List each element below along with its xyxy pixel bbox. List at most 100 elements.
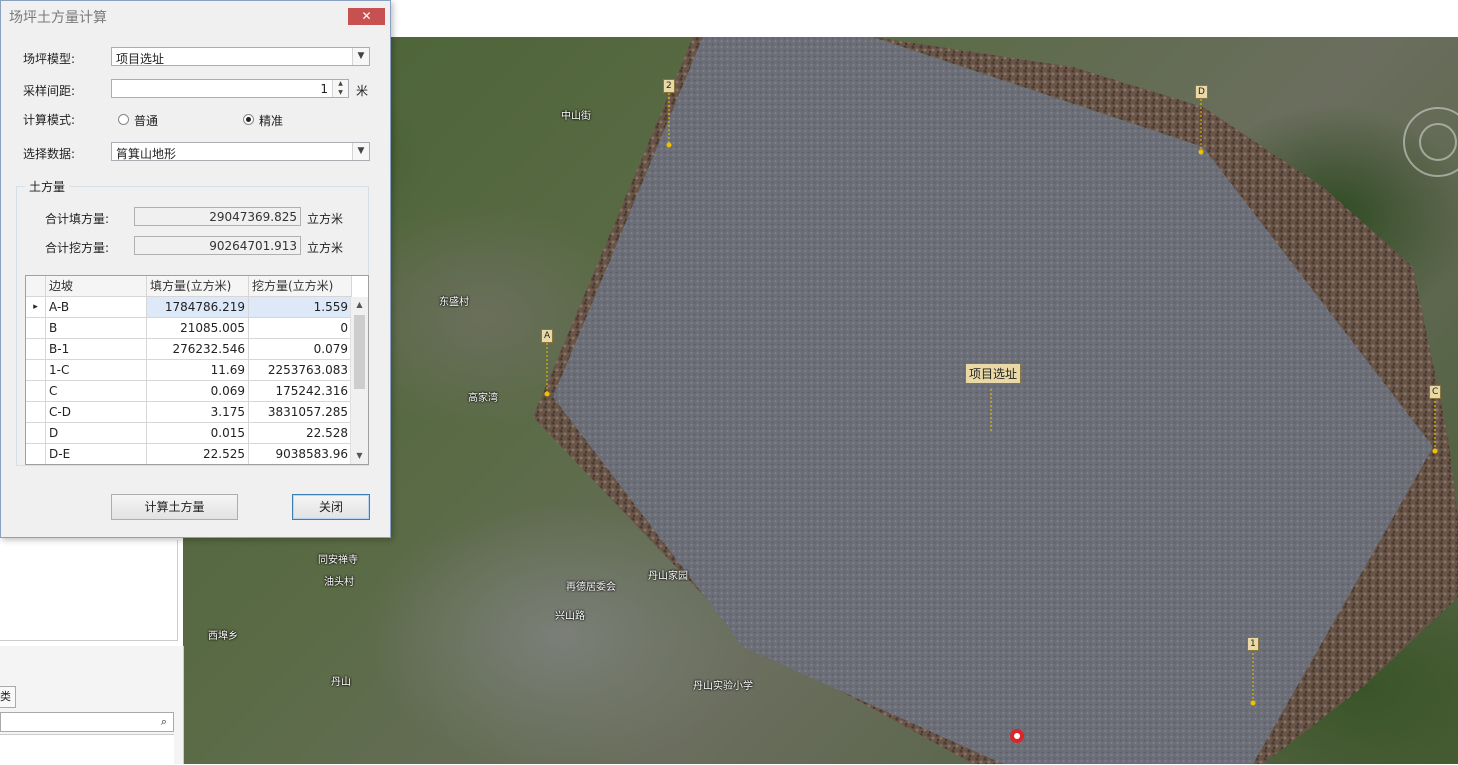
cell-slope[interactable]: C	[46, 381, 147, 402]
row-indicator-icon: ▸	[26, 297, 46, 318]
site-label[interactable]: 项目选址	[965, 363, 1022, 384]
group-title: 土方量	[25, 178, 70, 195]
cell-slope[interactable]: D	[46, 423, 147, 444]
table-row[interactable]: D 0.015 22.528	[26, 423, 352, 444]
column-header-fill[interactable]: 填方量(立方米)	[147, 276, 249, 297]
cell-slope[interactable]: 1-C	[46, 360, 147, 381]
marker-2[interactable]: 2	[663, 79, 675, 93]
interval-unit: 米	[356, 84, 369, 98]
model-label: 场坪模型:	[23, 52, 76, 66]
stepper-buttons[interactable]: ▲ ▼	[332, 80, 348, 97]
cell-cut[interactable]: 175242.316	[249, 381, 352, 402]
cell-cut[interactable]: 2253763.083	[249, 360, 352, 381]
interval-value: 1	[320, 82, 328, 96]
interval-label: 采样间距:	[23, 84, 76, 98]
scroll-down-icon[interactable]: ▼	[351, 448, 368, 464]
cell-slope[interactable]: B	[46, 318, 147, 339]
cut-total-label: 合计挖方量:	[45, 241, 110, 255]
place-label: 丹山	[331, 677, 351, 688]
radio-normal-label[interactable]: 普通	[134, 112, 158, 129]
cell-cut[interactable]: 3831057.285	[249, 402, 352, 423]
dialog-title: 场坪土方量计算	[9, 10, 107, 26]
table-header: 边坡 填方量(立方米) 挖方量(立方米)	[26, 276, 352, 297]
dialog-titlebar[interactable]: 场坪土方量计算 ✕	[1, 1, 390, 31]
cell-cut[interactable]: 0	[249, 318, 352, 339]
calculate-button[interactable]: 计算土方量	[111, 494, 238, 520]
radio-precise[interactable]	[243, 114, 254, 125]
place-label: 中山街	[561, 111, 591, 122]
header-indicator-cell	[26, 276, 46, 297]
marker-d[interactable]: D	[1195, 85, 1208, 99]
cut-total-field: 90264701.913	[134, 236, 301, 255]
cell-fill[interactable]: 11.69	[147, 360, 249, 381]
column-header-slope[interactable]: 边坡	[46, 276, 147, 297]
cell-fill[interactable]: 0.015	[147, 423, 249, 444]
cell-cut[interactable]: 22.528	[249, 423, 352, 444]
place-label: 同安禅寺	[318, 555, 358, 566]
cell-cut[interactable]: 1.559	[249, 297, 352, 318]
cell-fill[interactable]: 3.175	[147, 402, 249, 423]
place-label: 丹山家园	[648, 571, 688, 582]
chevron-down-icon[interactable]: ▼	[352, 143, 369, 160]
table-row[interactable]: B 21085.005 0	[26, 318, 352, 339]
table-row[interactable]: ▸ A-B 1784786.219 1.559	[26, 297, 352, 318]
fill-total-label: 合计填方量:	[45, 212, 110, 226]
place-label: 油头村	[324, 577, 354, 588]
search-input[interactable]: ⌕	[0, 712, 174, 732]
place-label: 兴山路	[555, 611, 585, 622]
table-row[interactable]: C-D 3.175 3831057.285	[26, 402, 352, 423]
scroll-thumb[interactable]	[354, 315, 365, 389]
row-indicator-cell	[26, 402, 46, 423]
data-label: 选择数据:	[23, 147, 76, 161]
place-label: 东盛村	[439, 297, 469, 308]
table-row[interactable]: D-E 22.525 9038583.96	[26, 444, 352, 464]
cut-total-value: 90264701.913	[209, 239, 297, 253]
mode-label: 计算模式:	[23, 113, 76, 127]
scroll-up-icon[interactable]: ▲	[351, 297, 368, 313]
cell-fill[interactable]: 276232.546	[147, 339, 249, 360]
table-scrollbar[interactable]: ▲ ▼	[350, 297, 368, 464]
stepper-down-icon[interactable]: ▼	[333, 89, 348, 97]
chevron-down-icon[interactable]: ▼	[352, 48, 369, 65]
row-indicator-cell	[26, 444, 46, 464]
marker-1[interactable]: 1	[1247, 637, 1259, 651]
cell-fill[interactable]: 1784786.219	[147, 297, 249, 318]
earthwork-dialog: 场坪土方量计算 ✕ 场坪模型: 项目选址 ▼ 采样间距: 1 ▲ ▼ 米 计算模…	[0, 0, 391, 538]
data-select[interactable]: 筲箕山地形 ▼	[111, 142, 370, 161]
panel-tab[interactable]: 类	[0, 686, 16, 708]
place-label: 丹山实验小学	[693, 681, 753, 692]
place-label: 再德居委会	[566, 582, 616, 593]
data-value: 筲箕山地形	[116, 147, 177, 161]
fill-unit: 立方米	[307, 212, 344, 226]
search-icon[interactable]: ⌕	[157, 715, 171, 729]
column-header-cut[interactable]: 挖方量(立方米)	[249, 276, 352, 297]
cut-unit: 立方米	[307, 241, 344, 255]
cell-fill[interactable]: 0.069	[147, 381, 249, 402]
place-label: 高家湾	[468, 393, 498, 404]
cell-cut[interactable]: 9038583.96	[249, 444, 352, 464]
left-panel-upper	[0, 540, 178, 641]
fill-total-value: 29047369.825	[209, 210, 297, 224]
cell-slope[interactable]: A-B	[46, 297, 147, 318]
row-indicator-cell	[26, 423, 46, 444]
row-indicator-cell	[26, 339, 46, 360]
marker-a[interactable]: A	[541, 329, 554, 343]
close-icon[interactable]: ✕	[348, 8, 385, 25]
interval-stepper[interactable]: 1 ▲ ▼	[111, 79, 349, 98]
slope-table[interactable]: 边坡 填方量(立方米) 挖方量(立方米) ▸ A-B 1784786.219 1…	[25, 275, 369, 465]
close-button[interactable]: 关闭	[292, 494, 370, 520]
cell-fill[interactable]: 21085.005	[147, 318, 249, 339]
cell-slope[interactable]: C-D	[46, 402, 147, 423]
stepper-up-icon[interactable]: ▲	[333, 80, 348, 88]
cell-slope[interactable]: B-1	[46, 339, 147, 360]
radio-normal[interactable]	[118, 114, 129, 125]
model-select[interactable]: 项目选址 ▼	[111, 47, 370, 66]
radio-precise-label[interactable]: 精准	[259, 112, 283, 129]
table-row[interactable]: C 0.069 175242.316	[26, 381, 352, 402]
marker-c[interactable]: C	[1429, 385, 1442, 399]
table-row[interactable]: 1-C 11.69 2253763.083	[26, 360, 352, 381]
table-row[interactable]: B-1 276232.546 0.079	[26, 339, 352, 360]
cell-slope[interactable]: D-E	[46, 444, 147, 464]
cell-fill[interactable]: 22.525	[147, 444, 249, 464]
cell-cut[interactable]: 0.079	[249, 339, 352, 360]
